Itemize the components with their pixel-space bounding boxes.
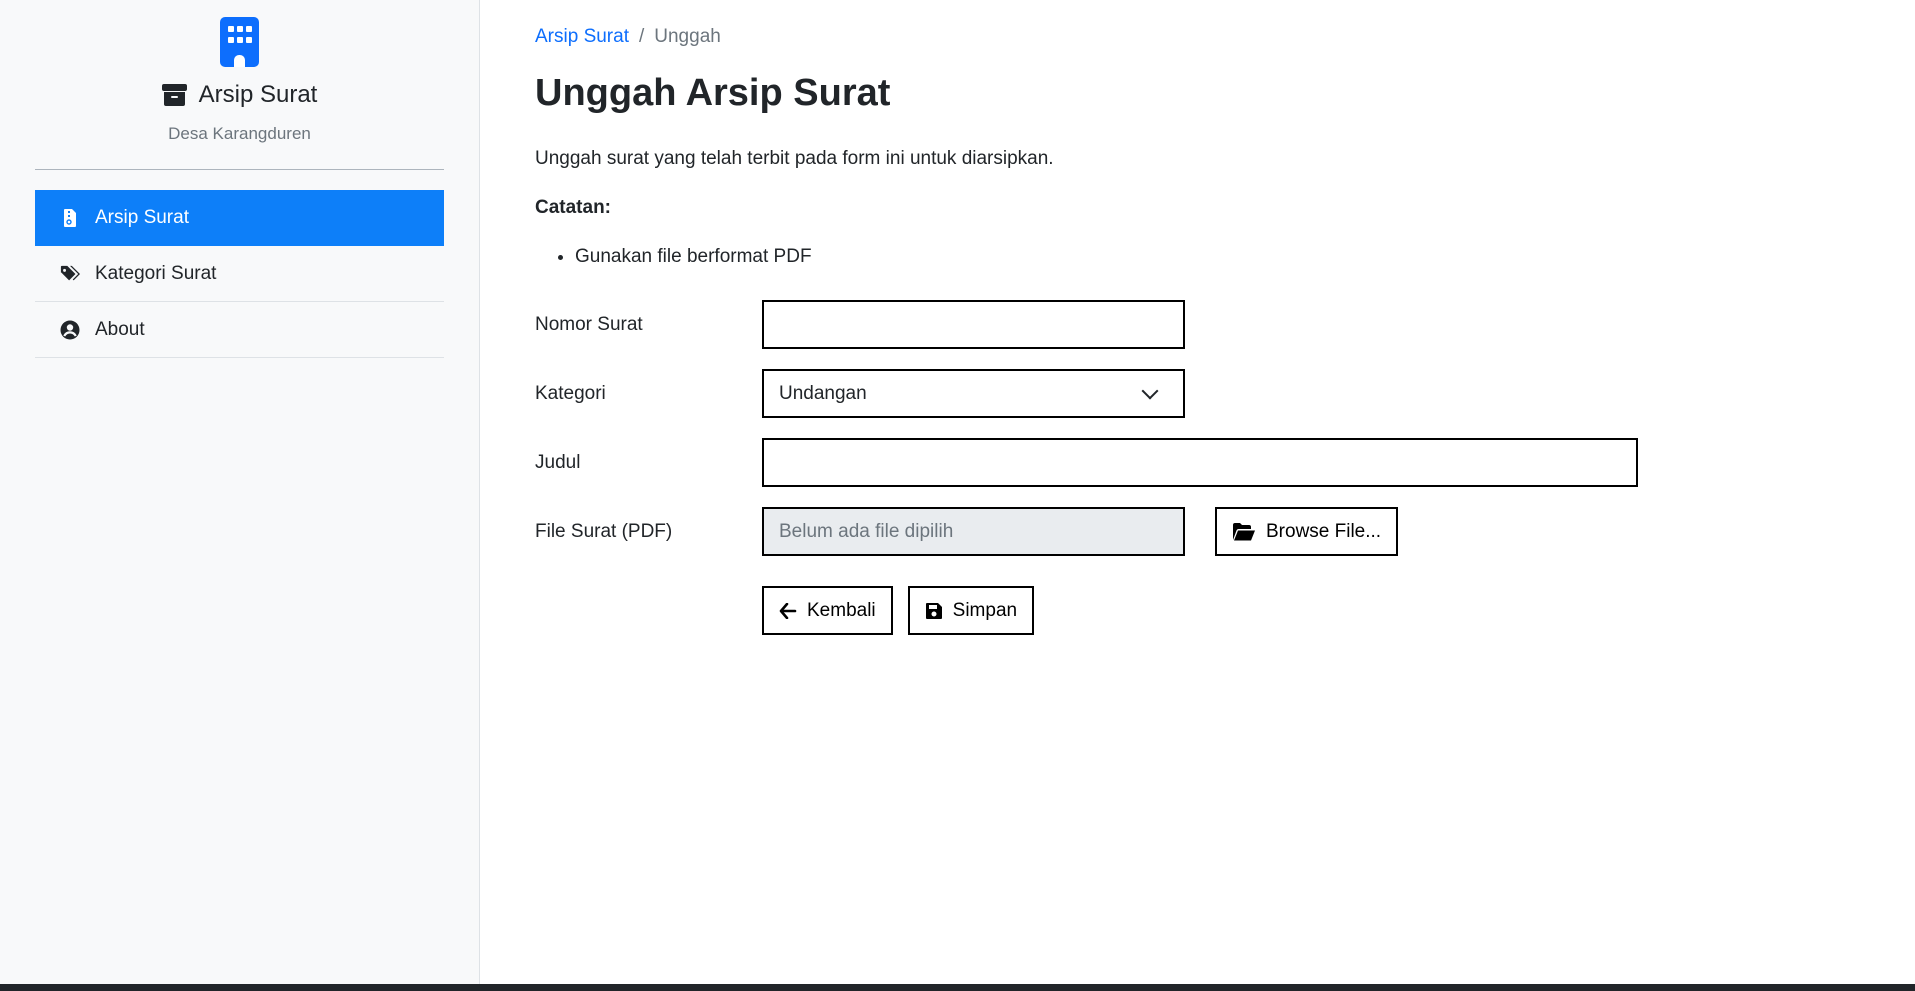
file-row: File Surat (PDF) Belum ada file dipilih … [535,507,1399,556]
user-circle-icon [60,320,80,339]
actions-row: Kembali Simpan [762,586,1035,635]
sidebar-item-label: Arsip Surat [95,207,189,228]
file-zipper-icon [64,209,76,227]
sidebar-item-kategori-surat[interactable]: Kategori Surat [35,246,444,302]
judul-row: Judul [535,438,1638,487]
sidebar: Arsip Surat Desa Karangduren Arsip Surat… [0,0,480,984]
browse-file-label: Browse File... [1266,520,1382,542]
folder-open-icon [1233,522,1255,540]
file-name-display: Belum ada file dipilih [762,507,1185,556]
kategori-row: Kategori Undangan [535,369,1185,418]
nomor-label: Nomor Surat [535,313,643,335]
sidebar-divider [35,169,444,170]
kategori-select[interactable]: Undangan [762,369,1185,418]
brand: Arsip Surat Desa Karangduren [0,0,479,144]
archive-icon [161,84,187,106]
sidebar-item-label: About [95,318,145,340]
back-button-label: Kembali [807,599,876,621]
building-icon [220,17,259,67]
intro-text: Unggah surat yang telah terbit pada form… [535,148,1054,169]
kategori-label: Kategori [535,382,606,404]
breadcrumb-separator: / [638,26,645,47]
breadcrumb-current: Unggah [654,26,721,47]
save-button[interactable]: Simpan [907,586,1035,635]
sidebar-nav: Arsip Surat Kategori Surat About [35,190,444,358]
chevron-down-icon [1141,382,1159,399]
breadcrumb-link-arsip-surat[interactable]: Arsip Surat [535,26,629,48]
note-item: Gunakan file berformat PDF [575,246,1895,268]
bottom-bar [0,984,1915,991]
browse-file-button[interactable]: Browse File... [1215,507,1399,556]
floppy-disk-icon [925,602,942,619]
nomor-surat-input[interactable] [762,300,1185,349]
nomor-row: Nomor Surat [535,300,1185,349]
back-button[interactable]: Kembali [762,586,893,635]
main-content: Arsip Surat / Unggah Unggah Arsip Surat … [535,0,1895,635]
page-title: Unggah Arsip Surat [535,72,891,114]
breadcrumb: Arsip Surat / Unggah [535,26,1895,48]
file-label: File Surat (PDF) [535,520,673,542]
sidebar-item-arsip-surat[interactable]: Arsip Surat [35,190,444,246]
brand-subtitle: Desa Karangduren [168,124,311,143]
brand-title: Arsip Surat [0,81,479,109]
brand-title-text: Arsip Surat [198,81,318,108]
tags-icon [60,265,80,280]
note-title: Catatan: [535,197,612,218]
kategori-selected-value: Undangan [779,382,867,404]
judul-input[interactable] [762,438,1638,487]
save-button-label: Simpan [952,599,1018,621]
sidebar-item-about[interactable]: About [35,302,444,358]
arrow-left-icon [779,602,797,619]
sidebar-item-label: Kategori Surat [95,262,217,284]
judul-label: Judul [535,451,581,473]
note-list: Gunakan file berformat PDF [575,246,1895,268]
